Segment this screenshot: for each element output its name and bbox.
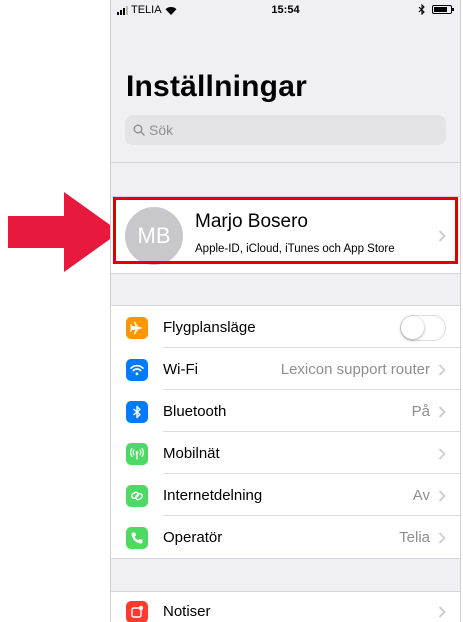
search-placeholder: Sök bbox=[149, 122, 174, 138]
connectivity-settings-group: Flygplansläge Wi-Fi Lexicon support rout… bbox=[111, 305, 460, 559]
airplane-icon bbox=[126, 317, 148, 339]
settings-label: Notiser bbox=[163, 603, 211, 620]
avatar: MB bbox=[125, 207, 183, 265]
apple-id-profile-row[interactable]: MB Marjo Bosero Apple-ID, iCloud, iTunes… bbox=[111, 196, 460, 274]
link-icon bbox=[126, 485, 148, 507]
bluetooth-icon bbox=[126, 401, 148, 423]
notifications-settings-group: Notiser bbox=[111, 591, 460, 622]
pointer-arrow bbox=[8, 192, 120, 272]
settings-label: Wi-Fi bbox=[163, 361, 198, 378]
chevron-right-icon bbox=[438, 448, 446, 460]
settings-row-mobile-data[interactable]: Mobilnät bbox=[111, 432, 460, 474]
antenna-icon bbox=[126, 443, 148, 465]
settings-row-personal-hotspot[interactable]: Internetdelning Av bbox=[111, 474, 460, 516]
chevron-right-icon bbox=[438, 490, 446, 502]
settings-label: Internetdelning bbox=[163, 487, 263, 504]
settings-value: Av bbox=[412, 487, 430, 504]
divider bbox=[111, 162, 460, 163]
settings-value: Telia bbox=[399, 529, 430, 546]
notifications-icon bbox=[126, 601, 148, 622]
phone-icon bbox=[126, 527, 148, 549]
settings-row-airplane-mode[interactable]: Flygplansläge bbox=[111, 306, 460, 348]
settings-label: Bluetooth bbox=[163, 403, 227, 420]
settings-label: Flygplansläge bbox=[163, 319, 256, 336]
settings-row-carrier[interactable]: Operatör Telia bbox=[111, 516, 460, 558]
bluetooth-status-icon bbox=[418, 4, 425, 15]
chevron-right-icon bbox=[438, 364, 446, 376]
settings-label: Mobilnät bbox=[163, 445, 220, 462]
page-title: Inställningar bbox=[126, 70, 307, 103]
chevron-right-icon bbox=[438, 406, 446, 418]
settings-value: På bbox=[411, 403, 430, 420]
search-icon bbox=[133, 124, 145, 136]
status-bar: TELIA 15:54 bbox=[111, 0, 460, 22]
settings-row-wifi[interactable]: Wi-Fi Lexicon support router bbox=[111, 348, 460, 390]
settings-value: Lexicon support router bbox=[280, 361, 430, 378]
wifi-icon bbox=[126, 359, 148, 381]
chevron-right-icon bbox=[438, 532, 446, 544]
settings-row-notifications[interactable]: Notiser bbox=[111, 592, 460, 622]
search-field[interactable]: Sök bbox=[125, 115, 446, 145]
settings-label: Operatör bbox=[163, 529, 223, 546]
chevron-right-icon bbox=[438, 230, 446, 242]
status-time: 15:54 bbox=[271, 4, 300, 16]
phone-screen: TELIA 15:54 Inställningar Sök MB Marjo B… bbox=[110, 0, 461, 622]
battery-icon bbox=[432, 5, 454, 14]
settings-row-bluetooth[interactable]: Bluetooth På bbox=[111, 390, 460, 432]
profile-name: Marjo Bosero bbox=[195, 211, 308, 232]
airplane-mode-toggle[interactable] bbox=[400, 315, 446, 341]
chevron-right-icon bbox=[438, 606, 446, 618]
profile-subtitle: Apple-ID, iCloud, iTunes och App Store bbox=[195, 243, 395, 255]
